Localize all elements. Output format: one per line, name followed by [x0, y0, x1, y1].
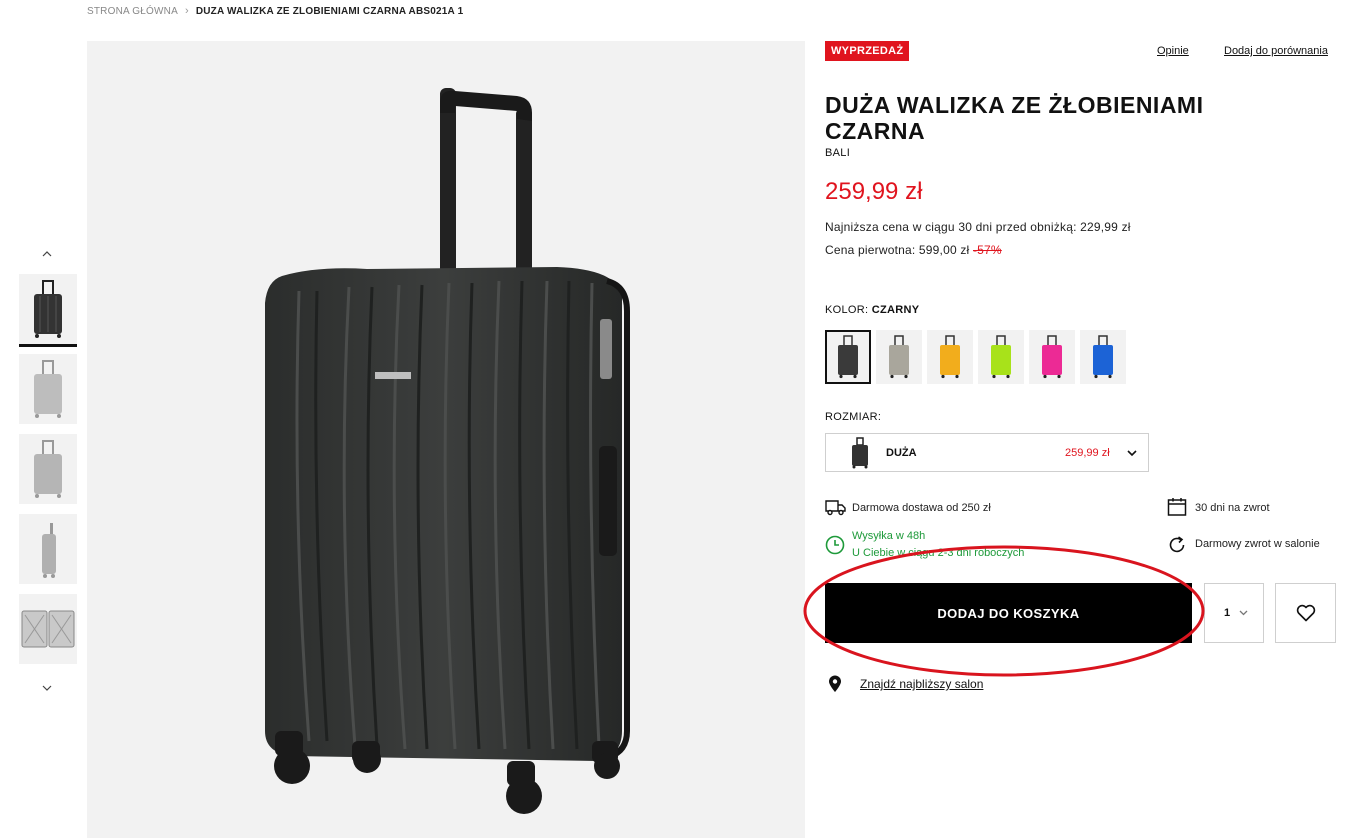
color-swatch-niebieski[interactable] [1080, 330, 1126, 384]
lowest-price-info: Najniższa cena w ciągu 30 dni przed obni… [825, 220, 1131, 234]
product-brand: BALI [825, 147, 851, 159]
original-price-label: Cena pierwotna: 599,00 zł [825, 243, 970, 257]
swatch-suitcase-image [889, 335, 909, 379]
chevron-down-icon [1239, 610, 1248, 616]
color-swatch-szary[interactable] [876, 330, 922, 384]
color-label: KOLOR: CZARNY [825, 304, 919, 316]
shipping-subtitle: U Ciebie w ciągu 2-3 dni roboczych [852, 547, 1025, 559]
color-swatch-żółty[interactable] [927, 330, 973, 384]
thumbnail-suitcase-image [34, 440, 62, 498]
store-return-text: Darmowy zwrot w salonie [1195, 538, 1320, 550]
thumbnail-suitcase-image [34, 280, 62, 338]
free-delivery-text: Darmowa dostawa od 250 zł [852, 502, 991, 514]
product-price: 259,99 zł [825, 178, 923, 205]
original-price-info: Cena pierwotna: 599,00 zł -57% [825, 243, 1002, 257]
thumbnail-suitcase-image [21, 610, 75, 648]
compare-link[interactable]: Dodaj do porównania [1224, 45, 1328, 57]
thumbs-up-arrow-icon[interactable] [37, 246, 57, 260]
thumbnail-open[interactable] [19, 594, 77, 664]
size-thumbnail-image [852, 437, 868, 469]
size-selected-name: DUŻA [886, 447, 917, 459]
shipping-title: Wysyłka w 48h [852, 530, 926, 542]
size-label: ROZMIAR: [825, 411, 882, 423]
quantity-value: 1 [1224, 607, 1231, 619]
color-swatch-różowy[interactable] [1029, 330, 1075, 384]
breadcrumb-separator-icon: › [184, 5, 189, 17]
thumbnail-side[interactable] [19, 514, 77, 584]
swatch-suitcase-image [991, 335, 1011, 379]
thumbnail-front[interactable] [19, 274, 77, 347]
heart-icon [1296, 604, 1315, 622]
breadcrumb: STRONA GŁÓWNA › DUZA WALIZKA ZE ZLOBIENI… [87, 5, 463, 17]
find-store-link[interactable]: Znajdź najbliższy salon [860, 677, 983, 691]
thumbs-down-arrow-icon[interactable] [37, 680, 57, 694]
main-product-image[interactable] [87, 41, 805, 838]
add-to-cart-button[interactable]: DODAJ DO KOSZYKA [825, 583, 1192, 643]
chevron-down-icon [1127, 450, 1137, 457]
refresh-icon [1169, 536, 1185, 553]
color-selected-name: CZARNY [871, 304, 920, 316]
returns-text: 30 dni na zwrot [1195, 502, 1270, 514]
swatch-suitcase-image [838, 335, 858, 379]
location-pin-icon [829, 675, 841, 692]
truck-icon [825, 500, 846, 516]
color-swatch-czarny[interactable] [825, 330, 871, 384]
swatch-suitcase-image [1042, 335, 1062, 379]
sale-badge: WYPRZEDAŻ [825, 41, 910, 61]
product-title: DUŻA WALIZKA ZE ŻŁOBIENIAMI CZARNA [825, 92, 1204, 144]
quantity-select[interactable]: 1 [1204, 583, 1264, 643]
color-swatch-limonkowy[interactable] [978, 330, 1024, 384]
suitcase-image [265, 88, 630, 814]
discount-percent: -57% [972, 243, 1002, 257]
swatch-suitcase-image [940, 335, 960, 379]
swatch-suitcase-image [1093, 335, 1113, 379]
thumbnail-suitcase-image [42, 523, 56, 578]
breadcrumb-home-link[interactable]: STRONA GŁÓWNA [87, 6, 178, 17]
breadcrumb-current: DUZA WALIZKA ZE ZLOBIENIAMI CZARNA ABS02… [195, 5, 464, 17]
color-label-text: KOLOR: [825, 304, 869, 316]
size-select[interactable]: DUŻA 259,99 zł [825, 433, 1149, 472]
size-price: 259,99 zł [1065, 447, 1110, 459]
clock-icon [825, 535, 845, 555]
reviews-link[interactable]: Opinie [1157, 45, 1189, 57]
wishlist-button[interactable] [1275, 583, 1336, 643]
calendar-icon [1167, 498, 1187, 516]
thumbnail-back[interactable] [19, 354, 77, 424]
thumbnail-angle[interactable] [19, 434, 77, 504]
thumbnail-suitcase-image [34, 360, 62, 418]
